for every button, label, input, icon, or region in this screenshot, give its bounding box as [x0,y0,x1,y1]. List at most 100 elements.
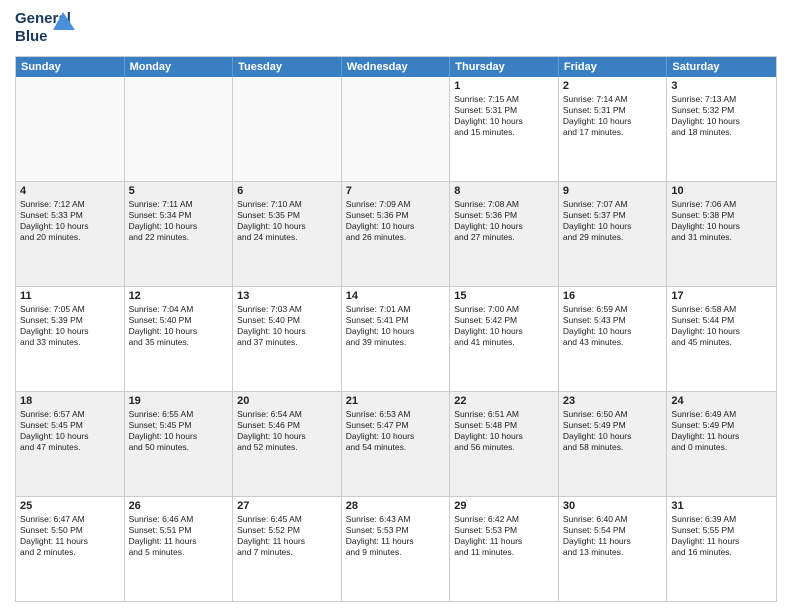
day-number: 7 [346,185,446,197]
calendar-cell [125,77,234,181]
day-info: Sunrise: 7:05 AMSunset: 5:39 PMDaylight:… [20,304,120,348]
day-info: Sunrise: 6:49 AMSunset: 5:49 PMDaylight:… [671,409,772,453]
weekday-header: Wednesday [342,57,451,77]
weekday-header: Thursday [450,57,559,77]
day-info: Sunrise: 6:59 AMSunset: 5:43 PMDaylight:… [563,304,663,348]
day-info: Sunrise: 6:51 AMSunset: 5:48 PMDaylight:… [454,409,554,453]
day-number: 29 [454,500,554,512]
calendar-cell: 23 Sunrise: 6:50 AMSunset: 5:49 PMDayligh… [559,392,668,496]
calendar-cell: 15 Sunrise: 7:00 AMSunset: 5:42 PMDayligh… [450,287,559,391]
calendar-header: SundayMondayTuesdayWednesdayThursdayFrid… [16,57,776,77]
calendar-cell: 1Sunrise: 7:15 AMSunset: 5:31 PMDaylight… [450,77,559,181]
calendar-cell: 19Sunrise: 6:55 AMSunset: 5:45 PMDayligh… [125,392,234,496]
day-info: Sunrise: 7:03 AMSunset: 5:40 PMDaylight:… [237,304,337,348]
calendar-cell: 9 Sunrise: 7:07 AMSunset: 5:37 PMDaylight… [559,182,668,286]
day-info: Sunrise: 6:46 AMSunset: 5:51 PMDaylight:… [129,514,229,558]
day-info: Sunrise: 7:06 AMSunset: 5:38 PMDaylight:… [671,199,772,243]
calendar-cell: 7 Sunrise: 7:09 AMSunset: 5:36 PMDaylight… [342,182,451,286]
calendar-cell: 31 Sunrise: 6:39 AMSunset: 5:55 PMDayligh… [667,497,776,601]
calendar-row: 25 Sunrise: 6:47 AMSunset: 5:50 PMDayligh… [16,497,776,601]
day-number: 3 [671,80,772,92]
day-info: Sunrise: 7:12 AMSunset: 5:33 PMDaylight:… [20,199,120,243]
weekday-header: Sunday [16,57,125,77]
day-number: 15 [454,290,554,302]
day-info: Sunrise: 6:58 AMSunset: 5:44 PMDaylight:… [671,304,772,348]
day-number: 22 [454,395,554,407]
day-number: 4 [20,185,120,197]
day-number: 18 [20,395,120,407]
day-info: Sunrise: 6:50 AMSunset: 5:49 PMDaylight:… [563,409,663,453]
calendar-cell [233,77,342,181]
calendar-cell: 20Sunrise: 6:54 AMSunset: 5:46 PMDayligh… [233,392,342,496]
calendar-cell: 21 Sunrise: 6:53 AMSunset: 5:47 PMDayligh… [342,392,451,496]
day-info: Sunrise: 7:09 AMSunset: 5:36 PMDaylight:… [346,199,446,243]
calendar-cell: 29 Sunrise: 6:42 AMSunset: 5:53 PMDayligh… [450,497,559,601]
day-number: 23 [563,395,663,407]
calendar-cell: 16 Sunrise: 6:59 AMSunset: 5:43 PMDayligh… [559,287,668,391]
calendar-cell: 28 Sunrise: 6:43 AMSunset: 5:53 PMDayligh… [342,497,451,601]
day-info: Sunrise: 6:40 AMSunset: 5:54 PMDaylight:… [563,514,663,558]
calendar-row: 1Sunrise: 7:15 AMSunset: 5:31 PMDaylight… [16,77,776,182]
calendar-cell [342,77,451,181]
day-info: Sunrise: 7:08 AMSunset: 5:36 PMDaylight:… [454,199,554,243]
day-info: Sunrise: 7:07 AMSunset: 5:37 PMDaylight:… [563,199,663,243]
calendar-row: 4 Sunrise: 7:12 AMSunset: 5:33 PMDaylight… [16,182,776,287]
calendar-cell: 24 Sunrise: 6:49 AMSunset: 5:49 PMDayligh… [667,392,776,496]
calendar-cell: 6 Sunrise: 7:10 AMSunset: 5:35 PMDaylight… [233,182,342,286]
calendar-cell: 13 Sunrise: 7:03 AMSunset: 5:40 PMDayligh… [233,287,342,391]
day-info: Sunrise: 6:43 AMSunset: 5:53 PMDaylight:… [346,514,446,558]
day-number: 21 [346,395,446,407]
day-number: 25 [20,500,120,512]
day-number: 8 [454,185,554,197]
calendar-cell: 10Sunrise: 7:06 AMSunset: 5:38 PMDayligh… [667,182,776,286]
calendar-cell: 12 Sunrise: 7:04 AMSunset: 5:40 PMDayligh… [125,287,234,391]
day-info: Sunrise: 6:53 AMSunset: 5:47 PMDaylight:… [346,409,446,453]
day-number: 2 [563,80,663,92]
calendar-body: 1Sunrise: 7:15 AMSunset: 5:31 PMDaylight… [16,77,776,601]
calendar-cell: 5 Sunrise: 7:11 AMSunset: 5:34 PMDaylight… [125,182,234,286]
calendar-cell: 14Sunrise: 7:01 AMSunset: 5:41 PMDayligh… [342,287,451,391]
day-number: 17 [671,290,772,302]
day-info: Sunrise: 6:45 AMSunset: 5:52 PMDaylight:… [237,514,337,558]
calendar-cell: 8 Sunrise: 7:08 AMSunset: 5:36 PMDaylight… [450,182,559,286]
day-number: 19 [129,395,229,407]
day-number: 13 [237,290,337,302]
day-number: 5 [129,185,229,197]
day-info: Sunrise: 7:13 AMSunset: 5:32 PMDaylight:… [671,94,772,138]
day-number: 6 [237,185,337,197]
day-number: 16 [563,290,663,302]
day-info: Sunrise: 7:11 AMSunset: 5:34 PMDaylight:… [129,199,229,243]
day-info: Sunrise: 6:42 AMSunset: 5:53 PMDaylight:… [454,514,554,558]
calendar-cell: 22 Sunrise: 6:51 AMSunset: 5:48 PMDayligh… [450,392,559,496]
calendar-cell [16,77,125,181]
calendar-cell: 2 Sunrise: 7:14 AMSunset: 5:31 PMDaylight… [559,77,668,181]
day-info: Sunrise: 6:39 AMSunset: 5:55 PMDaylight:… [671,514,772,558]
weekday-header: Tuesday [233,57,342,77]
calendar-row: 11 Sunrise: 7:05 AMSunset: 5:39 PMDayligh… [16,287,776,392]
calendar-cell: 11 Sunrise: 7:05 AMSunset: 5:39 PMDayligh… [16,287,125,391]
day-number: 27 [237,500,337,512]
day-info: Sunrise: 6:47 AMSunset: 5:50 PMDaylight:… [20,514,120,558]
calendar-cell: 30 Sunrise: 6:40 AMSunset: 5:54 PMDayligh… [559,497,668,601]
weekday-header: Friday [559,57,668,77]
page-header: General Blue [15,10,777,48]
day-number: 9 [563,185,663,197]
calendar-cell: 17 Sunrise: 6:58 AMSunset: 5:44 PMDayligh… [667,287,776,391]
day-number: 24 [671,395,772,407]
weekday-header: Monday [125,57,234,77]
day-number: 12 [129,290,229,302]
day-info: Sunrise: 7:14 AMSunset: 5:31 PMDaylight:… [563,94,663,138]
logo: General Blue [15,10,67,48]
day-number: 31 [671,500,772,512]
day-number: 11 [20,290,120,302]
day-number: 28 [346,500,446,512]
day-info: Sunrise: 7:10 AMSunset: 5:35 PMDaylight:… [237,199,337,243]
day-number: 30 [563,500,663,512]
day-info: Sunrise: 6:57 AMSunset: 5:45 PMDaylight:… [20,409,120,453]
day-info: Sunrise: 6:54 AMSunset: 5:46 PMDaylight:… [237,409,337,453]
day-info: Sunrise: 7:04 AMSunset: 5:40 PMDaylight:… [129,304,229,348]
weekday-header: Saturday [667,57,776,77]
day-number: 26 [129,500,229,512]
day-number: 14 [346,290,446,302]
day-info: Sunrise: 7:00 AMSunset: 5:42 PMDaylight:… [454,304,554,348]
